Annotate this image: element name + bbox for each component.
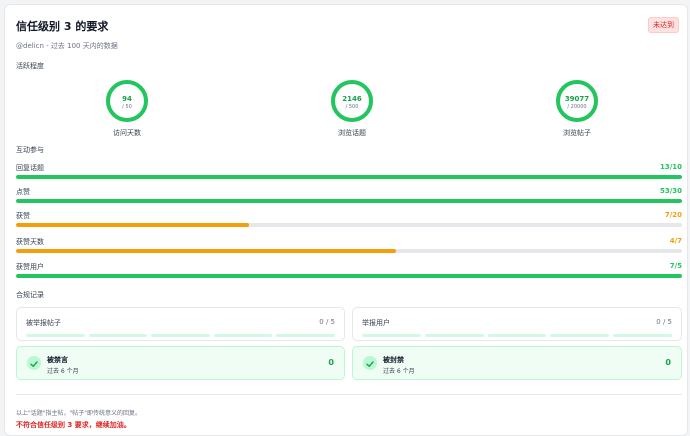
ring-value: 39077 [565, 95, 589, 103]
progress-fill [16, 175, 682, 179]
bar-value: 7/5 [669, 262, 682, 270]
ring-target: / 50 [122, 104, 132, 110]
ring-label: 访问天数 [113, 129, 141, 137]
reported-users-value: 0 / 5 [656, 318, 672, 326]
progress-track [16, 223, 682, 227]
page-title: 信任级别 3 的要求 [16, 20, 109, 33]
progress-fill [16, 274, 682, 278]
ring-label: 浏览话题 [338, 129, 366, 137]
trust-level-card: 信任级别 3 的要求 未达到 @delicn - 过去 100 天内的数据 活跃… [4, 4, 688, 436]
engagement-section-label: 互动参与 [16, 146, 44, 154]
divider [16, 394, 682, 395]
progress-fill [16, 249, 397, 253]
bar-label: 获赞 [16, 212, 30, 220]
progress-track [16, 199, 682, 203]
bar-label: 回复话题 [16, 164, 44, 172]
ring-graphic: 94 / 50 [106, 80, 148, 122]
bar-likes-given: 点赞 53/30 [16, 187, 682, 203]
progress-track [16, 249, 682, 253]
bar-label: 点赞 [16, 188, 30, 196]
ring-target: / 500 [346, 104, 359, 110]
progress-fill [16, 223, 250, 227]
bar-replies: 回复话题 13/10 [16, 163, 682, 179]
ring-label: 浏览帖子 [563, 129, 591, 137]
ring-visit-days: 94 / 50 访问天数 [77, 78, 177, 138]
bar-value: 13/10 [659, 163, 682, 171]
silenced-count: 0 [328, 358, 334, 367]
check-icon [27, 356, 41, 370]
silenced-title: 被禁言 [47, 356, 68, 364]
bar-likes-received: 获赞 7/20 [16, 211, 682, 227]
reported-posts-box: 被举报帖子 0 / 5 [16, 307, 345, 341]
activity-section-label: 活跃程度 [16, 62, 44, 70]
progress-track [16, 274, 682, 278]
bar-value: 53/30 [659, 187, 682, 195]
bar-liked-days: 获赞天数 4/7 [16, 237, 682, 253]
progress-track [16, 175, 682, 179]
suspended-title: 被封禁 [383, 356, 404, 364]
segment-bar [362, 334, 672, 337]
bar-liked-users: 获赞用户 7/5 [16, 262, 682, 278]
silenced-period: 过去 6 个月 [47, 368, 79, 375]
bar-label: 获赞用户 [16, 263, 44, 271]
progress-fill [16, 199, 682, 203]
bar-value: 4/7 [669, 237, 682, 245]
ring-graphic: 2146 / 500 [331, 80, 373, 122]
ring-topics-viewed: 2146 / 500 浏览话题 [302, 78, 402, 138]
suspended-period: 过去 6 个月 [383, 368, 415, 375]
reported-posts-label: 被举报帖子 [26, 319, 61, 327]
bar-value: 7/20 [664, 211, 682, 219]
ring-posts-viewed: 39077 / 20000 浏览帖子 [527, 78, 627, 138]
status-badge: 未达到 [648, 17, 679, 33]
check-icon [363, 356, 377, 370]
ring-value: 2146 [342, 95, 362, 103]
reported-users-box: 举报用户 0 / 5 [352, 307, 682, 341]
bar-label: 获赞天数 [16, 238, 44, 246]
compliance-section-label: 合规记录 [16, 291, 44, 299]
ring-value: 94 [122, 95, 132, 103]
segment-bar [26, 334, 335, 337]
result-message: 不符合信任级别 3 要求，继续加油。 [16, 421, 131, 429]
silenced-box: 被禁言 过去 6 个月 0 [16, 346, 345, 380]
page-subtitle: @delicn - 过去 100 天内的数据 [16, 42, 118, 50]
ring-target: / 20000 [567, 104, 586, 110]
suspended-count: 0 [665, 358, 671, 367]
reported-posts-value: 0 / 5 [319, 318, 335, 326]
suspended-box: 被封禁 过去 6 个月 0 [352, 346, 682, 380]
footer-note: 以上"话题"指主帖，"帖子"即传统意义的回复。 [16, 410, 142, 417]
reported-users-label: 举报用户 [362, 319, 390, 327]
ring-graphic: 39077 / 20000 [556, 80, 598, 122]
